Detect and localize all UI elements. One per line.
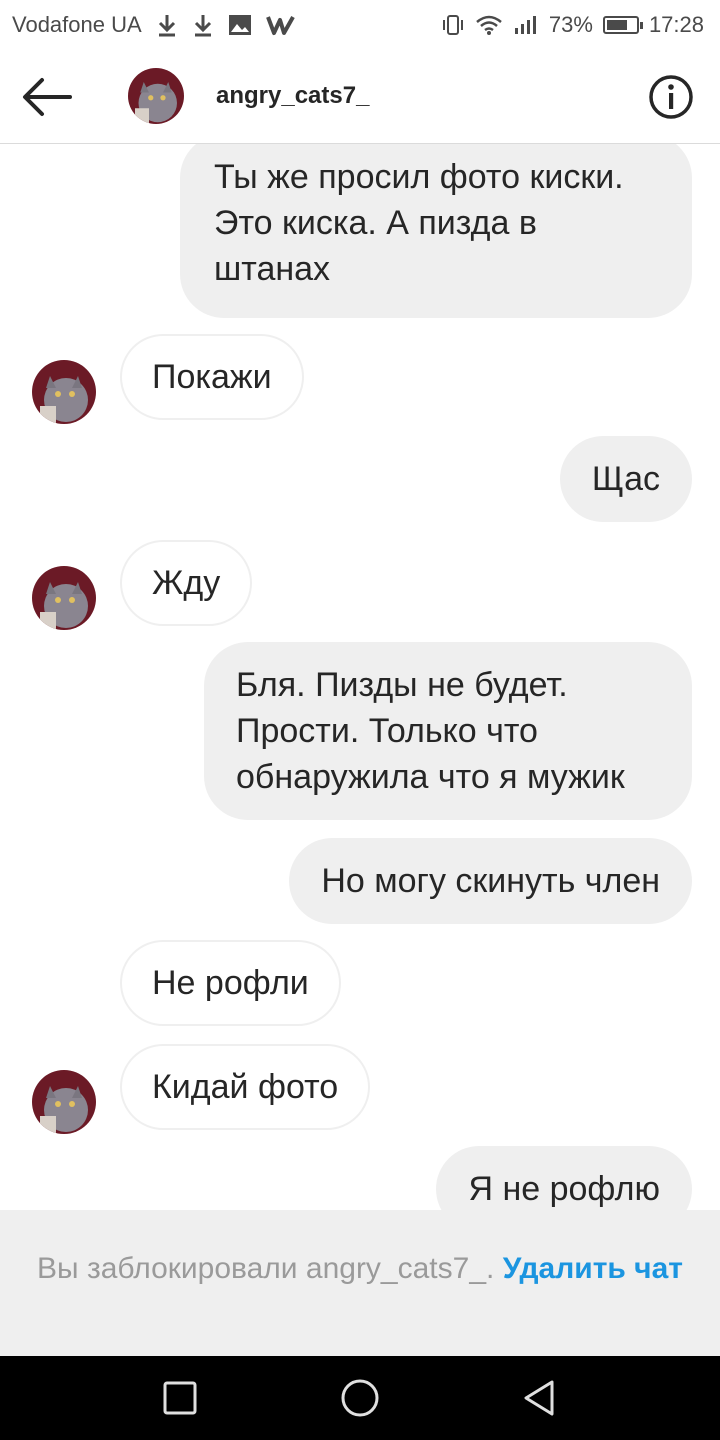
status-left: Vodafone UA (12, 12, 296, 38)
info-icon[interactable] (648, 74, 694, 120)
cat-avatar-image (32, 1070, 96, 1134)
square-recent-icon[interactable] (160, 1378, 200, 1418)
message-outgoing[interactable]: Бля. Пизды не будет. Прости. Только что … (204, 642, 692, 820)
clock: 17:28 (648, 12, 704, 37)
battery-level (606, 20, 627, 30)
blocked-banner: Вы заблокировали angry_cats7_. Удалить ч… (0, 1210, 720, 1356)
wifi-icon (476, 15, 502, 35)
sender-avatar[interactable] (32, 360, 96, 424)
message-text: Я не рофлю (468, 1170, 660, 1208)
message-text: Кидай фото (152, 1068, 339, 1106)
message-outgoing[interactable]: Щас (559, 436, 692, 522)
message-incoming[interactable]: Покажи (120, 334, 304, 420)
image-icon (228, 15, 251, 35)
message-incoming[interactable]: Не рофли (120, 940, 341, 1026)
status-bar: Vodafone UA 73% 17:28 (0, 0, 720, 50)
message-outgoing[interactable]: Ты же просил фото киски. Это киска. А пи… (180, 144, 692, 318)
carrier-name: Vodafone UA (12, 12, 142, 37)
chat-header: angry_cats7_ (0, 50, 720, 144)
message-text: Покажи (152, 358, 272, 396)
vibrate-icon (442, 15, 463, 35)
circle-home-icon[interactable] (340, 1378, 380, 1418)
triangle-back-icon[interactable] (520, 1378, 560, 1418)
battery-percent: 73% (548, 12, 593, 37)
message-incoming[interactable]: Кидай фото (120, 1044, 371, 1130)
system-nav-bar (0, 1356, 720, 1440)
cat-avatar-image (128, 68, 184, 124)
message-outgoing[interactable]: Я не рофлю (436, 1146, 692, 1210)
status-right: 73% 17:28 (441, 12, 704, 38)
download-icon (158, 15, 175, 37)
message-list[interactable]: Ты же просил фото киски. Это киска. А пи… (0, 144, 720, 1210)
delete-chat-link[interactable]: Удалить чат (503, 1252, 683, 1285)
download-icon (194, 15, 211, 37)
message-text: Но могу скинуть член (321, 862, 660, 900)
message-outgoing[interactable]: Но могу скинуть член (289, 838, 692, 924)
battery-icon (602, 16, 643, 34)
sender-avatar[interactable] (32, 1070, 96, 1134)
profile-avatar[interactable] (128, 68, 184, 124)
message-text: Бля. Пизды не будет. Прости. Только что … (236, 666, 625, 796)
chat-username[interactable]: angry_cats7_ (216, 82, 369, 110)
message-text: Жду (152, 564, 221, 602)
cat-avatar-image (32, 566, 96, 630)
w-app-icon (265, 16, 295, 35)
message-text: Ты же просил фото киски. Это киска. А пи… (214, 158, 624, 288)
signal-icon (514, 16, 536, 34)
blocked-notice: Вы заблокировали angry_cats7_. (37, 1252, 495, 1285)
message-text: Не рофли (152, 964, 309, 1002)
back-arrow-icon[interactable] (20, 74, 76, 120)
message-incoming[interactable]: Жду (120, 540, 253, 626)
sender-avatar[interactable] (32, 566, 96, 630)
cat-avatar-image (32, 360, 96, 424)
message-text: Щас (591, 460, 660, 498)
